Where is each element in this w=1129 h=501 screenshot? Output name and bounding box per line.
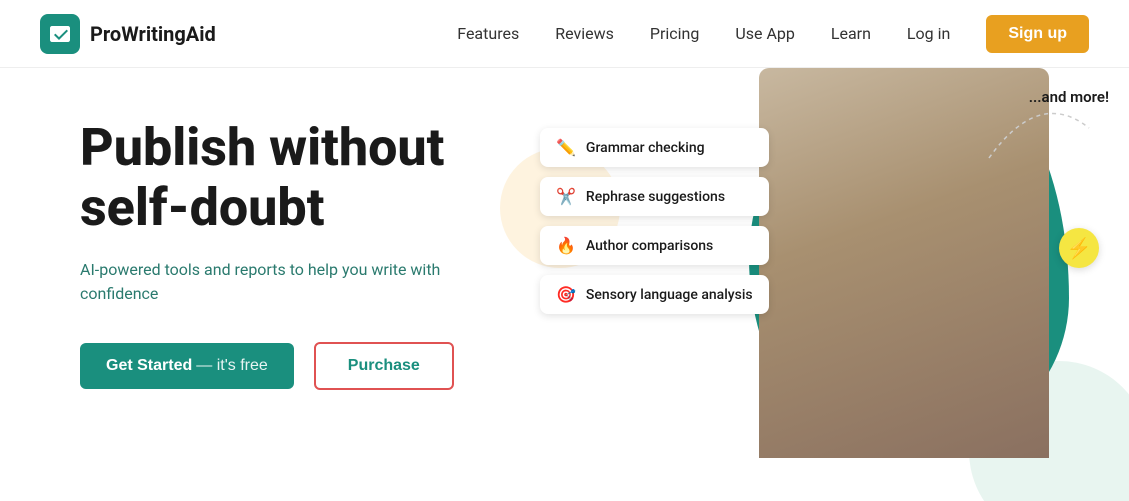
lightning-badge: ⚡ xyxy=(1059,228,1099,268)
hero-section: Publish without self-doubt AI-powered to… xyxy=(0,68,1129,501)
feature-chips: ✏️ Grammar checking ✂️ Rephrase suggesti… xyxy=(540,128,769,314)
hero-subtitle: AI-powered tools and reports to help you… xyxy=(80,258,460,306)
chip-grammar: ✏️ Grammar checking xyxy=(540,128,769,167)
header: ProWritingAid Features Reviews Pricing U… xyxy=(0,0,1129,68)
hero-buttons: Get Started— it's free Purchase xyxy=(80,342,520,390)
logo-text: ProWritingAid xyxy=(90,22,216,46)
get-started-button[interactable]: Get Started— it's free xyxy=(80,343,294,389)
chip-author-label: Author comparisons xyxy=(586,238,713,254)
chip-sensory-icon: 🎯 xyxy=(556,285,576,304)
nav-learn[interactable]: Learn xyxy=(831,24,871,43)
signup-button[interactable]: Sign up xyxy=(986,15,1089,53)
nav-login[interactable]: Log in xyxy=(907,24,950,43)
chip-author: 🔥 Author comparisons xyxy=(540,226,769,265)
logo-svg xyxy=(48,22,72,46)
chip-grammar-label: Grammar checking xyxy=(586,140,705,156)
chip-rephrase: ✂️ Rephrase suggestions xyxy=(540,177,769,216)
nav-reviews[interactable]: Reviews xyxy=(555,24,614,43)
chip-author-icon: 🔥 xyxy=(556,236,576,255)
nav-use-app[interactable]: Use App xyxy=(735,24,795,43)
chip-grammar-icon: ✏️ xyxy=(556,138,576,157)
logo-area[interactable]: ProWritingAid xyxy=(40,14,216,54)
main-nav: Features Reviews Pricing Use App Learn L… xyxy=(457,15,1089,53)
logo-icon xyxy=(40,14,80,54)
hero-right: ...and more! ⚡ ✏️ Grammar checking ✂️ Re… xyxy=(520,68,1129,501)
nav-features[interactable]: Features xyxy=(457,24,519,43)
chip-sensory-label: Sensory language analysis xyxy=(586,287,753,303)
hero-left: Publish without self-doubt AI-powered to… xyxy=(0,68,520,501)
chip-sensory: 🎯 Sensory language analysis xyxy=(540,275,769,314)
chip-rephrase-label: Rephrase suggestions xyxy=(586,189,725,205)
nav-pricing[interactable]: Pricing xyxy=(650,24,700,43)
hero-title: Publish without self-doubt xyxy=(80,118,520,238)
purchase-button[interactable]: Purchase xyxy=(314,342,454,390)
and-more-text: ...and more! xyxy=(1029,88,1109,106)
chip-rephrase-icon: ✂️ xyxy=(556,187,576,206)
